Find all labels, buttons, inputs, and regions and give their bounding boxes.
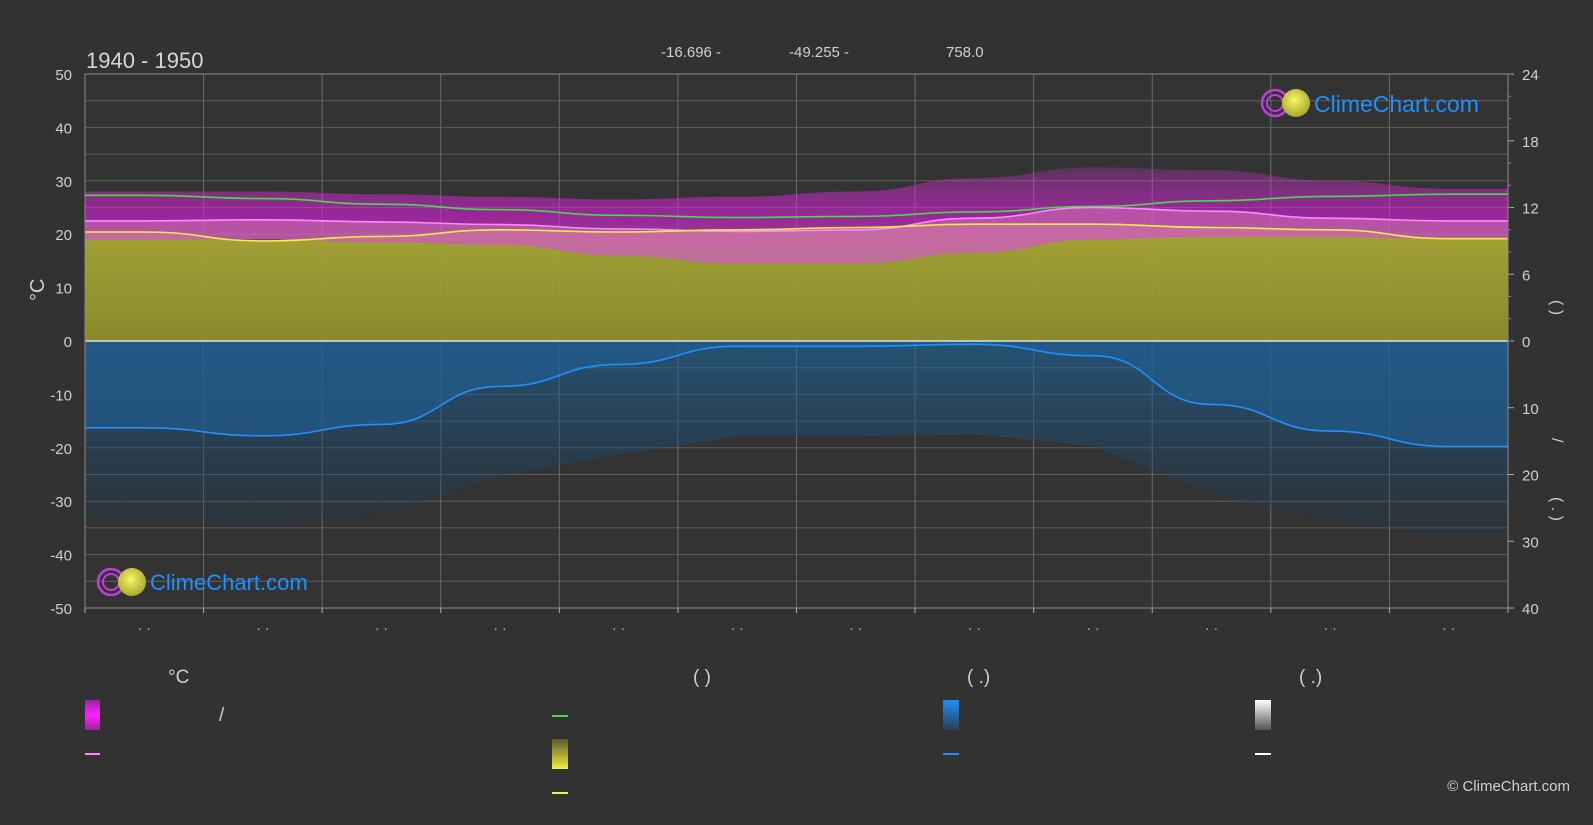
legend-swatch-snow [1255, 700, 1271, 730]
legend-col3-header: ( .) [967, 667, 990, 688]
y2-upper-tick-label: 18 [1522, 134, 1539, 151]
y-axis-label: °C [27, 279, 49, 301]
latitude-text: -16.696 - [661, 44, 721, 61]
y2-lower-tick-label: 40 [1522, 601, 1539, 618]
y2-upper-tick-label: 12 [1522, 201, 1539, 218]
y2-upper-tick-label: 0 [1522, 334, 1530, 351]
legend-swatch-rain [943, 700, 959, 730]
y-tick-label: -10 [50, 387, 72, 404]
y-tick-label: 0 [64, 334, 72, 351]
climate-chart: 50 40 30 20 10 0 -10 -20 -30 -40 -50 24 18 12 6 0 10 20 30… [27, 44, 1565, 794]
y2-lower-tick-label: 20 [1522, 468, 1539, 485]
x-tick-label: · · [849, 620, 862, 636]
logo-top: ClimeChart.com [1260, 88, 1479, 118]
longitude-text: -49.255 - [789, 44, 849, 61]
y-tick-label: 40 [55, 120, 72, 137]
period-title: 1940 - 1950 [86, 48, 203, 73]
x-tick-label: · · [731, 620, 744, 636]
y-tick-label: -40 [50, 548, 72, 565]
elevation-text: 758.0 [946, 44, 984, 61]
y2-lower-tick-label: 30 [1522, 534, 1539, 551]
logo-bottom: ClimeChart.com [96, 567, 308, 597]
y-tick-label: -50 [50, 601, 72, 618]
logo-sun-icon [1282, 89, 1310, 117]
y-tick-label: 50 [55, 67, 72, 84]
x-tick-label: · · [1324, 620, 1337, 636]
y-tick-label: -30 [50, 494, 72, 511]
x-tick-label: · · [612, 620, 625, 636]
y2-upper-tick-label: 6 [1522, 267, 1530, 284]
watermark-top: ClimeChart.com [1314, 91, 1479, 117]
x-tick-label: · · [1205, 620, 1218, 636]
x-tick-label: · · [1086, 620, 1099, 636]
y-tick-label: 10 [55, 281, 72, 298]
x-tick-label: · · [968, 620, 981, 636]
y2-lower-label: ( . ) [1548, 497, 1565, 521]
legend-col2-header: ( ) [693, 667, 711, 688]
x-tick-label: · · [138, 620, 151, 636]
y-tick-label: 30 [55, 174, 72, 191]
x-tick-label: · · [1442, 620, 1455, 636]
copyright: © ClimeChart.com [1447, 778, 1570, 795]
x-tick-label: · · [256, 620, 269, 636]
x-tick-label: · · [375, 620, 388, 636]
legend-swatch-sunshine [552, 739, 568, 769]
y2-upper-label: ( ) [1548, 300, 1565, 315]
y2-slash-label: / [1548, 438, 1565, 443]
legend: °C / ( ) ( .) ( .) [85, 667, 1322, 794]
legend-col1-header: °C [168, 667, 189, 688]
legend-swatch-max [85, 700, 100, 730]
y2-lower-tick-label: 10 [1522, 401, 1539, 418]
logo-sun-icon [118, 568, 146, 596]
y2-upper-tick-label: 24 [1522, 67, 1539, 84]
x-tick-label: · · [493, 620, 506, 636]
legend-col1-sep: / [219, 705, 225, 726]
y-tick-label: 20 [55, 227, 72, 244]
watermark-bottom: ClimeChart.com [150, 570, 308, 595]
y-tick-label: -20 [50, 441, 72, 458]
legend-col4-header: ( .) [1299, 667, 1322, 688]
